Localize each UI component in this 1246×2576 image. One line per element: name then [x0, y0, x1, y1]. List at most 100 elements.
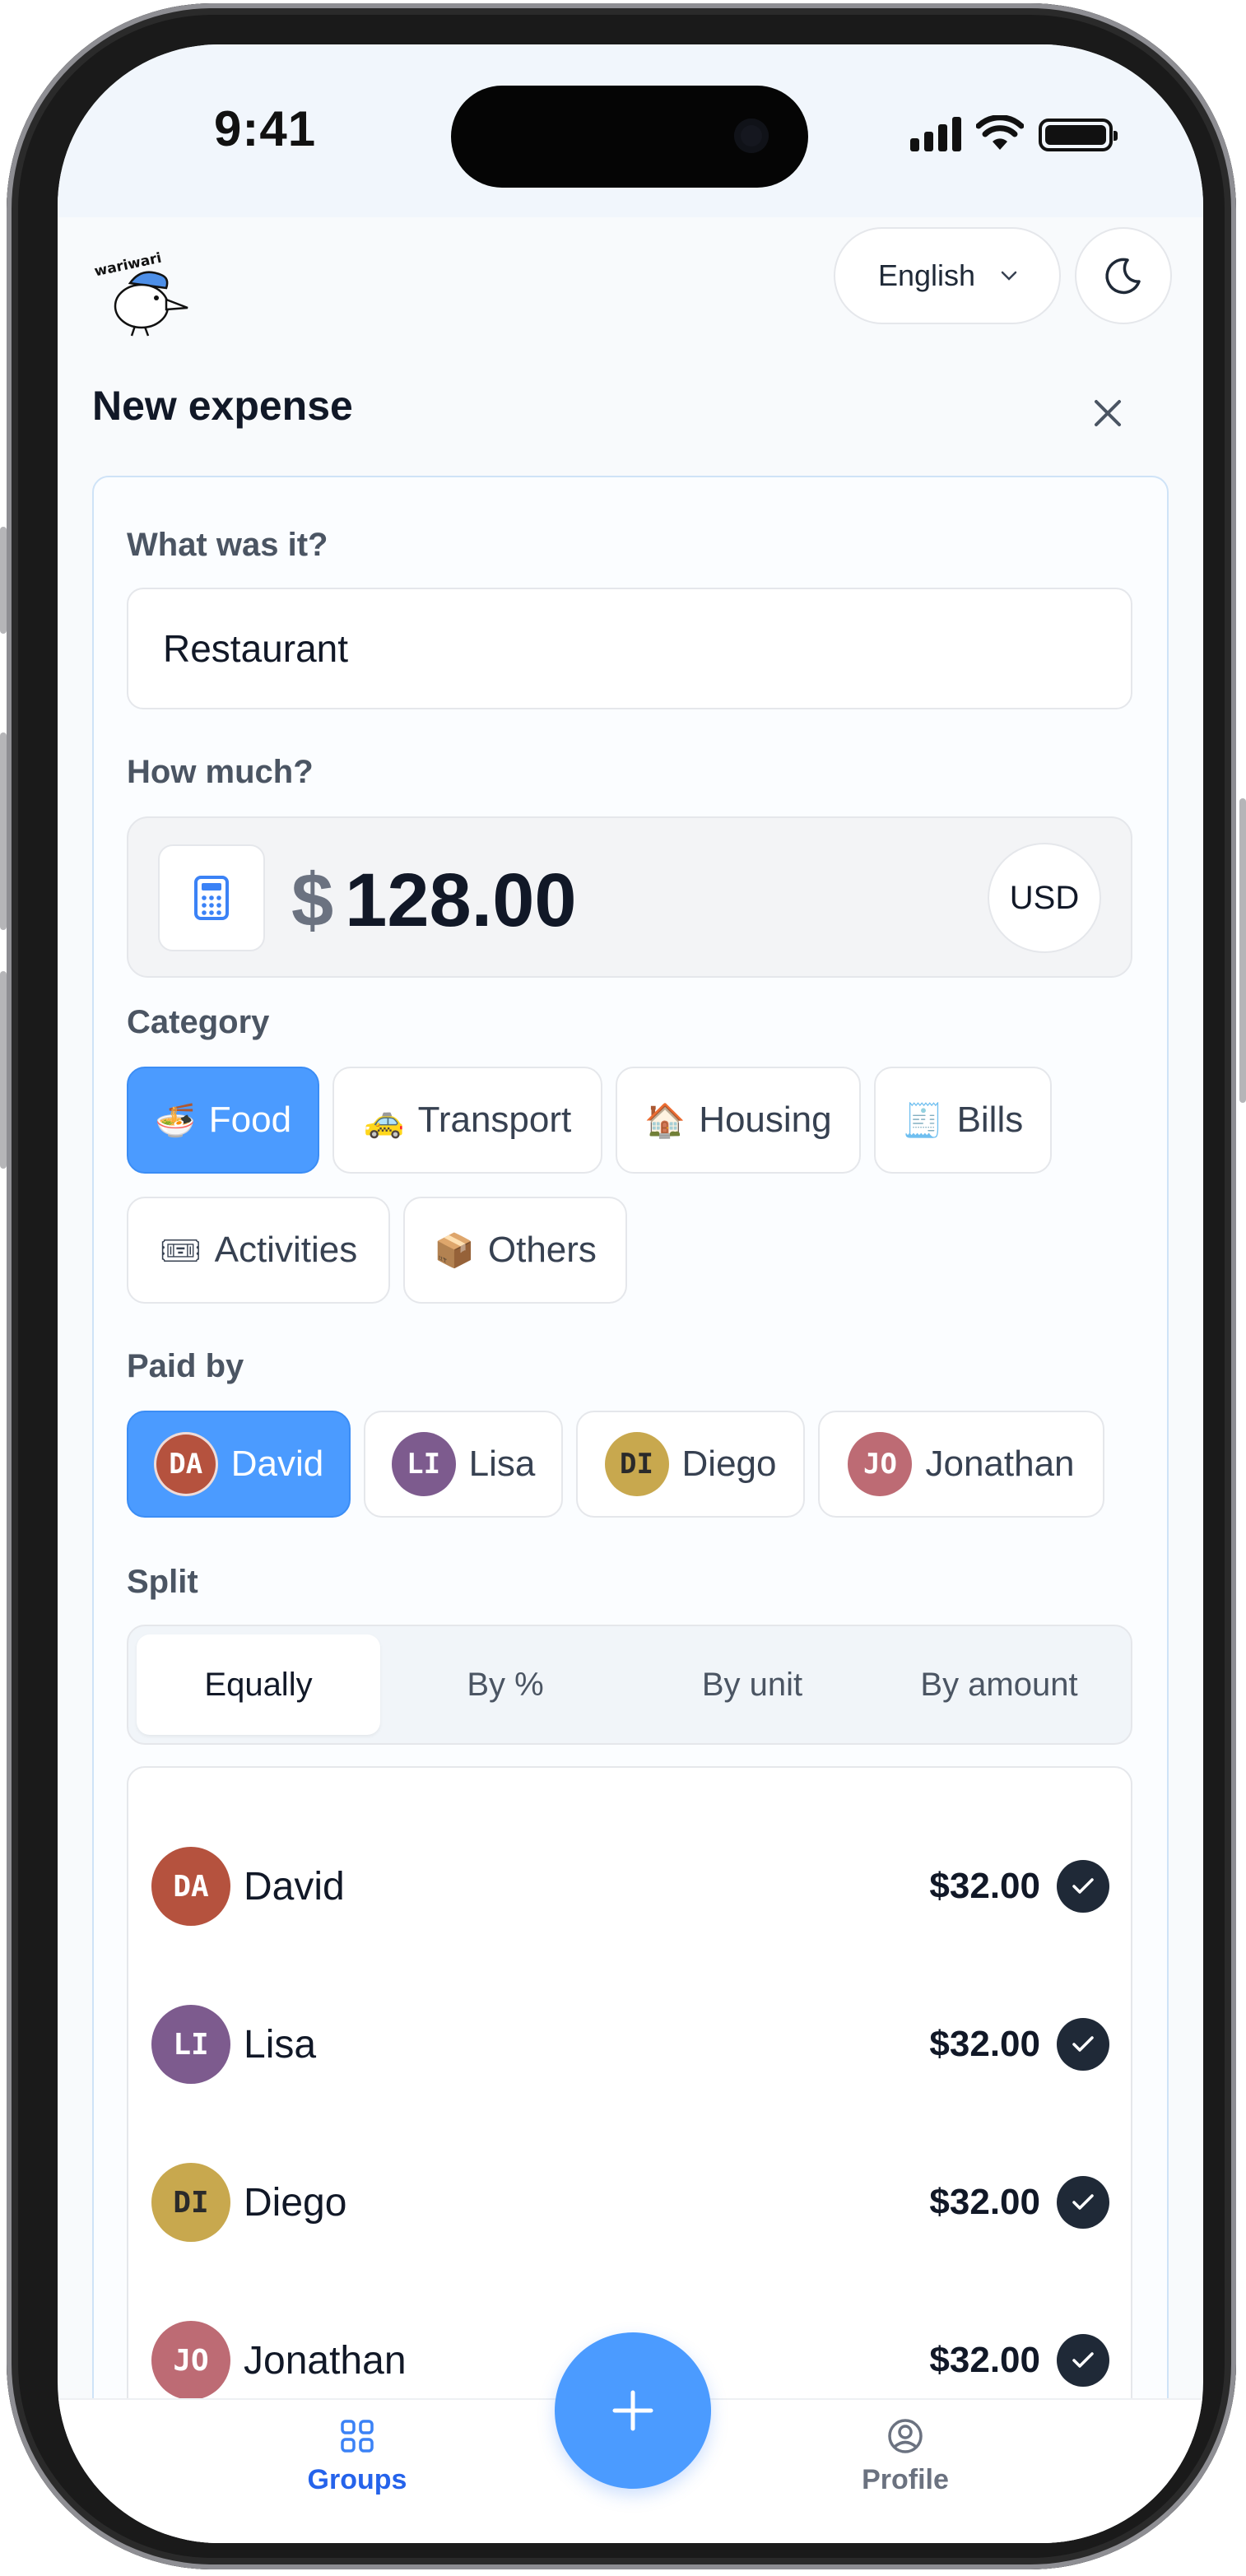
volume-up-button [0, 732, 7, 930]
tab-profile-label: Profile [862, 2464, 949, 2495]
action-button [0, 527, 7, 634]
plus-icon [612, 2390, 653, 2431]
package-icon: 📦 [434, 1231, 475, 1270]
signal-icon [910, 115, 961, 151]
avatar: JO [151, 2321, 230, 2400]
theme-toggle-button[interactable] [1075, 227, 1172, 324]
calculator-icon [194, 876, 229, 920]
category-label-housing: Housing [699, 1100, 832, 1140]
battery-icon [1039, 119, 1118, 151]
category-chip-activities[interactable]: 🎟 Activities [127, 1197, 390, 1304]
payer-chip-diego[interactable]: DI Diego [576, 1411, 805, 1518]
split-option-amount[interactable]: By amount [877, 1634, 1121, 1735]
description-value: Restaurant [163, 627, 349, 670]
volume-down-button [0, 971, 7, 1169]
member-share: $32.00 [929, 2182, 1040, 2222]
payer-name: David [230, 1444, 324, 1484]
add-expense-button[interactable] [555, 2332, 711, 2489]
payer-name: Lisa [468, 1444, 536, 1484]
wariwari-logo[interactable]: wariwari [91, 239, 198, 346]
category-label-transport: Transport [417, 1100, 572, 1140]
close-icon [1095, 400, 1121, 426]
taxi-icon: 🚕 [363, 1101, 405, 1140]
language-label: English [878, 258, 976, 292]
avatar: LI [391, 1432, 456, 1496]
currency-code: USD [1009, 879, 1080, 916]
category-label-others: Others [487, 1230, 597, 1270]
avatar: DI [151, 2163, 230, 2242]
calculator-button[interactable] [158, 844, 265, 951]
how-much-label: How much? [127, 754, 314, 790]
category-label-bills: Bills [956, 1100, 1024, 1140]
page-title: New expense [92, 383, 353, 429]
split-row-david[interactable]: DA David $32.00 [151, 1845, 1111, 1927]
checkmark-icon[interactable] [1057, 2176, 1109, 2229]
member-share: $32.00 [929, 2024, 1040, 2064]
member-name: David [244, 1864, 345, 1909]
ticket-icon: 🎟 [159, 1231, 202, 1270]
member-name: Diego [244, 2180, 347, 2225]
checkmark-icon[interactable] [1057, 2334, 1109, 2387]
screen: 9:41 wariwari English New expense What w… [58, 44, 1203, 2543]
language-selector[interactable]: English [834, 227, 1061, 324]
avatar: DA [153, 1432, 218, 1496]
currency-selector[interactable]: USD [988, 843, 1101, 953]
split-label: Split [127, 1564, 198, 1600]
noodle-icon: 🍜 [154, 1101, 196, 1140]
payer-name: Diego [681, 1444, 777, 1484]
house-icon: 🏠 [644, 1101, 686, 1140]
split-option-percent[interactable]: By % [384, 1634, 627, 1735]
category-chip-housing[interactable]: 🏠 Housing [616, 1067, 861, 1174]
receipt-icon: 🧾 [902, 1101, 944, 1140]
split-option-unit[interactable]: By unit [630, 1634, 874, 1735]
amount-value: 128.00 [345, 858, 577, 942]
payer-chip-david[interactable]: DA David [127, 1411, 351, 1518]
split-mode-selector: Equally By % By unit By amount [127, 1625, 1132, 1745]
category-label-activities: Activities [214, 1230, 358, 1270]
amount-display: $128.00 [291, 858, 577, 944]
what-label: What was it? [127, 527, 328, 563]
avatar: DA [151, 1847, 230, 1926]
camera-icon [734, 119, 769, 153]
moon-icon [1105, 258, 1141, 295]
status-time: 9:41 [214, 101, 317, 156]
status-icons [910, 115, 1118, 151]
phone-frame: 9:41 wariwari English New expense What w… [7, 3, 1236, 2569]
split-row-lisa[interactable]: LI Lisa $32.00 [151, 2003, 1111, 2085]
split-row-diego[interactable]: DI Diego $32.00 [151, 2161, 1111, 2244]
category-chip-food[interactable]: 🍜 Food [127, 1067, 319, 1174]
member-share: $32.00 [929, 2340, 1040, 2380]
tab-groups[interactable]: Groups [267, 2416, 448, 2496]
payer-name: Jonathan [925, 1444, 1075, 1484]
payer-chip-lisa[interactable]: LI Lisa [364, 1411, 563, 1518]
category-label-food: Food [208, 1100, 292, 1140]
chevron-down-icon [1001, 271, 1017, 281]
currency-symbol: $ [291, 858, 334, 942]
avatar: JO [848, 1432, 913, 1496]
wifi-icon [976, 115, 1024, 150]
checkmark-icon[interactable] [1057, 1860, 1109, 1913]
close-button[interactable] [1085, 390, 1131, 436]
status-bar: 9:41 [58, 44, 1203, 217]
category-chip-others[interactable]: 📦 Others [403, 1197, 627, 1304]
avatar: LI [151, 2005, 230, 2084]
grid-icon [341, 2420, 374, 2453]
payer-chip-jonathan[interactable]: JO Jonathan [818, 1411, 1104, 1518]
checkmark-icon[interactable] [1057, 2018, 1109, 2071]
split-option-equally[interactable]: Equally [137, 1634, 380, 1735]
tab-profile[interactable]: Profile [815, 2416, 996, 2496]
member-share: $32.00 [929, 1866, 1040, 1906]
category-chip-bills[interactable]: 🧾 Bills [874, 1067, 1052, 1174]
member-name: Lisa [244, 2022, 317, 2067]
member-name: Jonathan [244, 2338, 407, 2383]
paid-by-label: Paid by [127, 1348, 244, 1384]
description-input[interactable]: Restaurant [127, 588, 1132, 709]
dynamic-island [451, 86, 808, 188]
category-chip-transport[interactable]: 🚕 Transport [332, 1067, 602, 1174]
amount-field[interactable]: $128.00 USD [127, 816, 1132, 978]
profile-icon [888, 2419, 923, 2453]
category-label: Category [127, 1004, 270, 1040]
power-button [1239, 798, 1246, 1103]
tab-groups-label: Groups [307, 2464, 407, 2495]
avatar: DI [604, 1432, 669, 1496]
